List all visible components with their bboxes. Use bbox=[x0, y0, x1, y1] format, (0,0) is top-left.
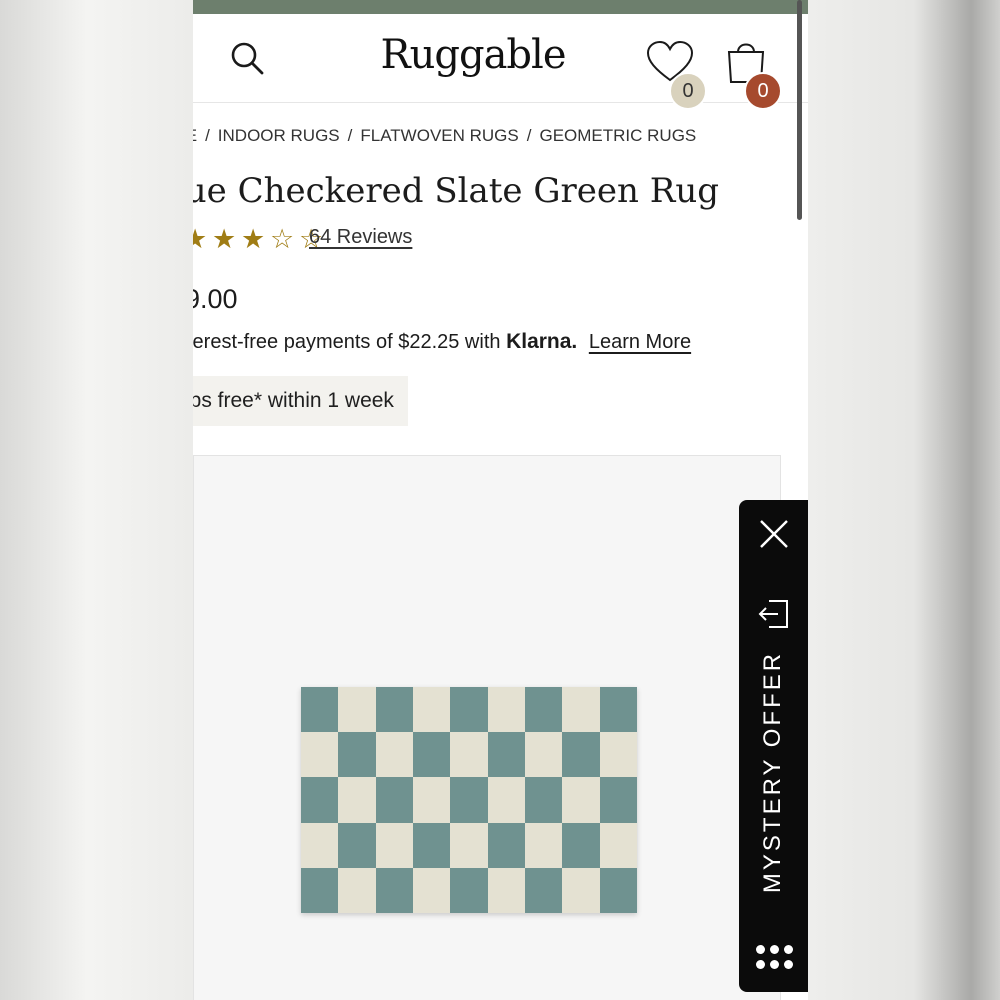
mystery-offer-panel[interactable]: MYSTERY OFFER bbox=[739, 500, 808, 992]
rug-check-tile bbox=[338, 777, 376, 823]
rug-check-tile bbox=[599, 867, 637, 913]
rug-check-tile bbox=[450, 732, 488, 778]
rug-check-tile bbox=[524, 687, 563, 733]
exit-icon[interactable] bbox=[757, 597, 791, 631]
rug-check-tile bbox=[524, 777, 563, 823]
rug-check-tile bbox=[412, 777, 451, 823]
rug-check-tile bbox=[487, 687, 525, 733]
phone-screen: Ruggable 0 0 IE / INDOOR RUGS / FLATWOVEN RU… bbox=[193, 0, 808, 1000]
shipping-note: ips free* within 1 week bbox=[193, 389, 394, 412]
right-backdrop bbox=[808, 0, 1000, 1000]
rug-check-tile bbox=[524, 822, 563, 868]
star-rating[interactable]: ★ ★ ★ ☆ ☆ bbox=[193, 224, 328, 255]
rug-check-tile bbox=[450, 687, 488, 733]
rug-check-tile bbox=[375, 822, 413, 868]
rug-check-tile bbox=[338, 732, 376, 778]
rug-check-tile bbox=[450, 867, 488, 913]
rug-check-tile bbox=[562, 687, 600, 733]
rug-check-tile bbox=[562, 822, 600, 868]
star-empty-icon: ☆ bbox=[270, 224, 295, 254]
site-logo[interactable]: Ruggable bbox=[373, 32, 573, 78]
rug-check-tile bbox=[487, 777, 525, 823]
breadcrumb-geometric-rugs[interactable]: GEOMETRIC RUGS bbox=[539, 126, 696, 145]
breadcrumb-separator: / bbox=[205, 126, 210, 145]
rug-check-tile bbox=[375, 777, 413, 823]
wishlist-count-badge: 0 bbox=[669, 72, 707, 110]
star-filled-icon: ★ bbox=[241, 224, 266, 254]
rug-product-image[interactable] bbox=[301, 687, 637, 913]
installment-text: terest-free payments of $22.25 with bbox=[193, 331, 501, 353]
mystery-offer-label[interactable]: MYSTERY OFFER bbox=[759, 651, 787, 893]
rug-check-tile bbox=[599, 687, 637, 733]
breadcrumb-separator: / bbox=[347, 126, 353, 145]
scrollbar[interactable] bbox=[797, 0, 802, 220]
installment-info: terest-free payments of $22.25 with Klar… bbox=[193, 330, 691, 354]
shipping-badge: ips free* within 1 week bbox=[193, 376, 408, 426]
rug-check-tile bbox=[524, 732, 563, 778]
learn-more-link[interactable]: Learn More bbox=[589, 331, 691, 353]
rug-check-tile bbox=[301, 732, 339, 778]
rug-check-tile bbox=[412, 732, 451, 778]
close-icon[interactable] bbox=[758, 518, 790, 550]
rug-check-tile bbox=[375, 867, 413, 913]
rug-check-tile bbox=[412, 867, 451, 913]
star-filled-icon: ★ bbox=[193, 224, 208, 254]
rug-check-tile bbox=[301, 777, 339, 823]
klarna-logo: Klarna. bbox=[506, 330, 578, 353]
rug-check-tile bbox=[338, 867, 376, 913]
site-header: Ruggable 0 0 bbox=[193, 14, 808, 110]
rug-check-tile bbox=[301, 867, 339, 913]
breadcrumb-home[interactable]: IE bbox=[193, 126, 197, 145]
rug-check-tile bbox=[487, 732, 525, 778]
rug-check-tile bbox=[375, 732, 413, 778]
rug-check-tile bbox=[599, 777, 637, 823]
breadcrumb-separator: / bbox=[526, 126, 532, 145]
rug-check-tile bbox=[599, 732, 637, 778]
rug-check-tile bbox=[450, 822, 488, 868]
rug-check-tile bbox=[487, 822, 525, 868]
breadcrumb-flatwoven-rugs[interactable]: FLATWOVEN RUGS bbox=[360, 126, 518, 145]
cart-count-badge: 0 bbox=[744, 72, 782, 110]
reviews-link[interactable]: 64 Reviews bbox=[309, 226, 412, 249]
breadcrumb-indoor-rugs[interactable]: INDOOR RUGS bbox=[218, 126, 340, 145]
more-dots-icon[interactable] bbox=[753, 942, 795, 972]
rug-check-tile bbox=[375, 687, 413, 733]
rug-check-tile bbox=[562, 867, 600, 913]
rug-check-tile bbox=[524, 867, 563, 913]
rug-check-tile bbox=[562, 777, 600, 823]
rug-check-tile bbox=[301, 687, 339, 733]
rug-check-tile bbox=[301, 822, 339, 868]
rug-check-tile bbox=[338, 822, 376, 868]
rug-check-tile bbox=[412, 687, 451, 733]
left-backdrop bbox=[0, 0, 193, 1000]
rug-check-tile bbox=[338, 687, 376, 733]
product-price: 9.00 bbox=[193, 284, 238, 314]
product-image-frame[interactable] bbox=[193, 455, 781, 1000]
top-announcement-bar bbox=[193, 0, 808, 14]
product-title: que Checkered Slate Green Rug bbox=[193, 171, 719, 211]
rug-check-tile bbox=[450, 777, 488, 823]
breadcrumb: IE / INDOOR RUGS / FLATWOVEN RUGS / GEOMETRIC … bbox=[193, 126, 696, 146]
search-icon[interactable] bbox=[229, 40, 265, 76]
rug-check-tile bbox=[412, 822, 451, 868]
star-filled-icon: ★ bbox=[212, 224, 237, 254]
rug-check-tile bbox=[562, 732, 600, 778]
rug-check-tile bbox=[599, 822, 637, 868]
rug-check-tile bbox=[487, 867, 525, 913]
